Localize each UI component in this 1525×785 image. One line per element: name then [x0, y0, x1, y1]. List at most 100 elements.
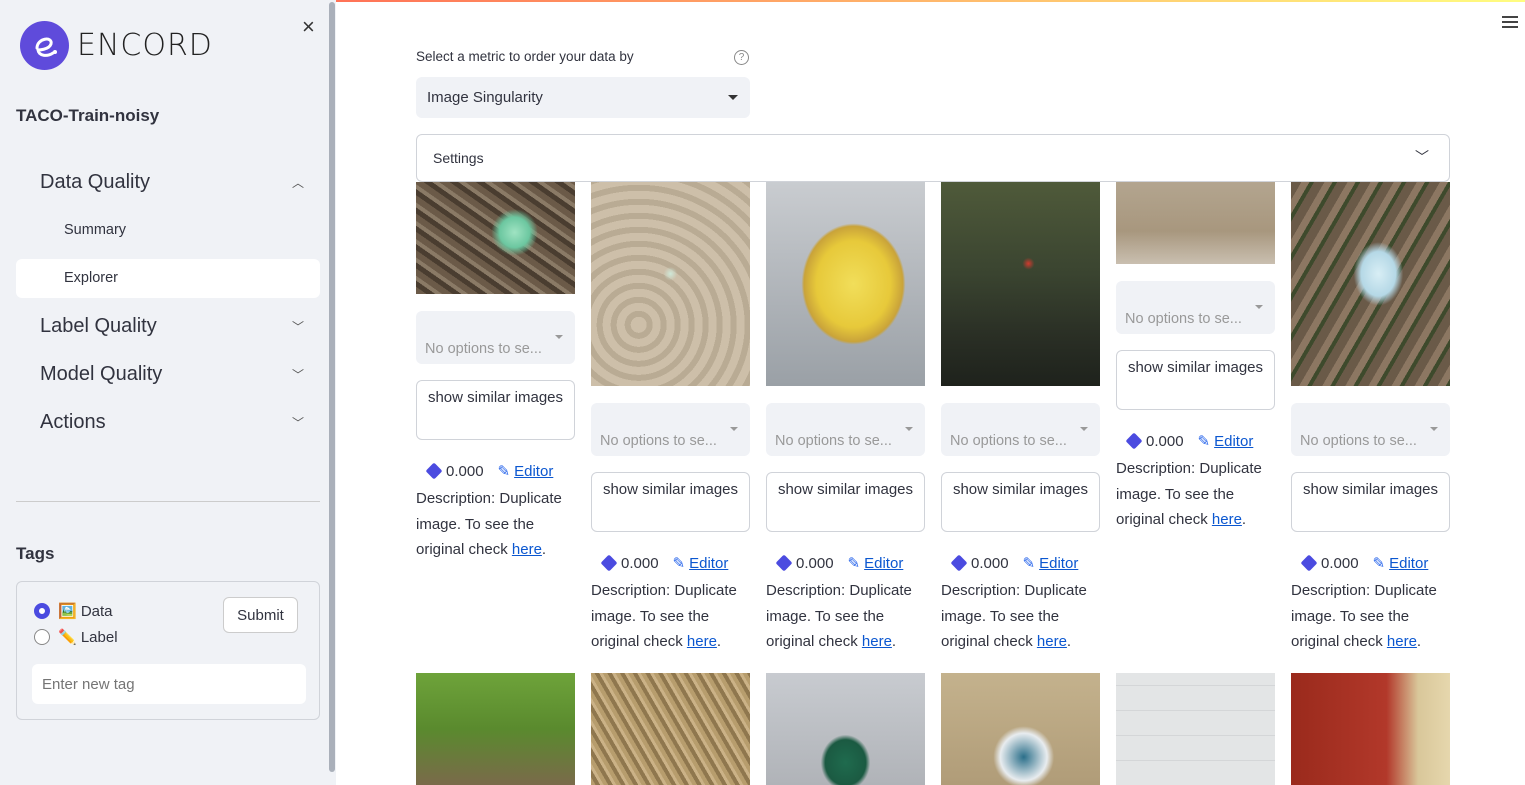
project-name: TACO-Train-noisy: [16, 106, 160, 125]
caret-down-icon: [730, 427, 738, 431]
chevron-down-icon: ﹀: [1415, 149, 1429, 165]
tag-icon: [425, 462, 443, 480]
tag-select[interactable]: No options to se...: [766, 403, 925, 456]
original-link[interactable]: here: [1387, 633, 1417, 650]
tag-icon: [1300, 554, 1318, 572]
tag-select[interactable]: No options to se...: [941, 403, 1100, 456]
data-image[interactable]: [766, 182, 925, 386]
data-image[interactable]: [1291, 673, 1450, 785]
caret-down-icon: [555, 335, 563, 339]
sidebar: ENCORD × TACO-Train-noisy Data Quality ︿…: [0, 0, 336, 785]
editor-link[interactable]: Editor: [1214, 433, 1253, 450]
nav-model-quality[interactable]: Model Quality ﹀: [40, 363, 310, 386]
show-similar-button[interactable]: show similar images: [766, 472, 925, 532]
nav-data-quality[interactable]: Data Quality ︿: [40, 171, 310, 194]
original-link[interactable]: here: [1037, 633, 1067, 650]
pencil-icon: ✎: [672, 555, 686, 572]
score: 0.000: [1321, 554, 1359, 572]
chevron-down-icon: ﹀: [291, 416, 304, 430]
data-image[interactable]: [591, 673, 750, 785]
data-image[interactable]: [416, 673, 575, 785]
editor-link[interactable]: Editor: [514, 463, 553, 480]
card-meta: 0.000 ✎ Editor: [941, 554, 1100, 572]
tag-select[interactable]: No options to se...: [591, 403, 750, 456]
editor-link[interactable]: Editor: [1039, 555, 1078, 572]
radio-label-option[interactable]: ✏️ Label: [34, 628, 118, 646]
show-similar-button[interactable]: show similar images: [1291, 472, 1450, 532]
tag-select-placeholder: No options to se...: [950, 433, 1067, 449]
new-tag-input[interactable]: [32, 664, 306, 704]
tag-select-placeholder: No options to se...: [425, 341, 542, 357]
original-link[interactable]: here: [862, 633, 892, 650]
tag-icon: [600, 554, 618, 572]
card-meta: 0.000 ✎ Editor: [416, 462, 575, 480]
metric-select[interactable]: Image Singularity: [416, 77, 750, 118]
tag-select[interactable]: No options to se...: [1116, 281, 1275, 334]
logo: ENCORD: [20, 21, 213, 70]
chevron-up-icon: ︿: [291, 176, 304, 190]
editor-link[interactable]: Editor: [689, 555, 728, 572]
editor-link[interactable]: Editor: [1389, 555, 1428, 572]
show-similar-button[interactable]: show similar images: [941, 472, 1100, 532]
tag-select-placeholder: No options to se...: [1125, 311, 1242, 327]
radio-selected-icon: [34, 603, 50, 619]
sidebar-scrollbar[interactable]: [329, 2, 335, 772]
score: 0.000: [971, 554, 1009, 572]
tag-select-placeholder: No options to se...: [775, 433, 892, 449]
question-icon[interactable]: ?: [734, 50, 749, 65]
nav-label: Model Quality: [40, 363, 163, 385]
editor-link[interactable]: Editor: [864, 555, 903, 572]
nav-label-quality[interactable]: Label Quality ﹀: [40, 315, 310, 338]
show-similar-button[interactable]: show similar images: [591, 472, 750, 532]
radio-data[interactable]: 🖼️ Data: [34, 602, 113, 620]
original-link[interactable]: here: [512, 541, 542, 558]
settings-expander[interactable]: Settings ﹀: [416, 134, 1450, 182]
close-sidebar-icon[interactable]: ×: [302, 14, 315, 40]
description: Description: Duplicate image. To see the…: [766, 582, 912, 650]
chevron-down-icon: ﹀: [291, 368, 304, 382]
description: Description: Duplicate image. To see the…: [591, 582, 737, 650]
nav-label: Label Quality: [40, 315, 157, 337]
sub-item-explorer[interactable]: Explorer: [64, 270, 118, 286]
tag-select-placeholder: No options to se...: [600, 433, 717, 449]
data-image[interactable]: [766, 673, 925, 785]
data-image[interactable]: [416, 182, 575, 294]
score: 0.000: [1146, 432, 1184, 450]
data-image[interactable]: [591, 182, 750, 386]
image-card: No options to se... show similar images …: [591, 182, 750, 655]
tag-icon: [950, 554, 968, 572]
radio-label: 🖼️ Data: [58, 603, 113, 620]
nav-actions[interactable]: Actions ﹀: [40, 411, 310, 434]
caret-down-icon: [728, 95, 738, 100]
metric-label: Select a metric to order your data by: [416, 49, 634, 64]
main-menu-icon[interactable]: [1502, 16, 1518, 31]
data-image[interactable]: [1291, 182, 1450, 386]
submit-button[interactable]: Submit: [223, 597, 298, 633]
caret-down-icon: [905, 427, 913, 431]
original-link[interactable]: here: [1212, 511, 1242, 528]
tag-icon: [1125, 432, 1143, 450]
nav-label: Data Quality: [40, 171, 151, 193]
image-card: No options to se... show similar images …: [1291, 182, 1450, 655]
pencil-icon: ✎: [847, 555, 861, 572]
image-card: No options to se... show similar images …: [941, 182, 1100, 655]
score: 0.000: [796, 554, 834, 572]
tag-select[interactable]: No options to se...: [416, 311, 575, 364]
description: Description: Duplicate image. To see the…: [416, 490, 562, 558]
chevron-down-icon: ﹀: [291, 320, 304, 334]
show-similar-button[interactable]: show similar images: [416, 380, 575, 440]
caret-down-icon: [1080, 427, 1088, 431]
sub-item-active-bg: [16, 259, 320, 298]
show-similar-button[interactable]: show similar images: [1116, 350, 1275, 410]
data-image[interactable]: [941, 673, 1100, 785]
original-link[interactable]: here: [687, 633, 717, 650]
caret-down-icon: [1255, 305, 1263, 309]
radio-label: ✏️ Label: [58, 629, 118, 646]
data-image[interactable]: [941, 182, 1100, 386]
image-card: No options to se... show similar images …: [1116, 182, 1275, 533]
encord-logo-icon: [20, 21, 69, 70]
tag-select[interactable]: No options to se...: [1291, 403, 1450, 456]
data-image[interactable]: [1116, 673, 1275, 785]
sub-item-summary[interactable]: Summary: [64, 222, 126, 238]
data-image[interactable]: [1116, 182, 1275, 264]
